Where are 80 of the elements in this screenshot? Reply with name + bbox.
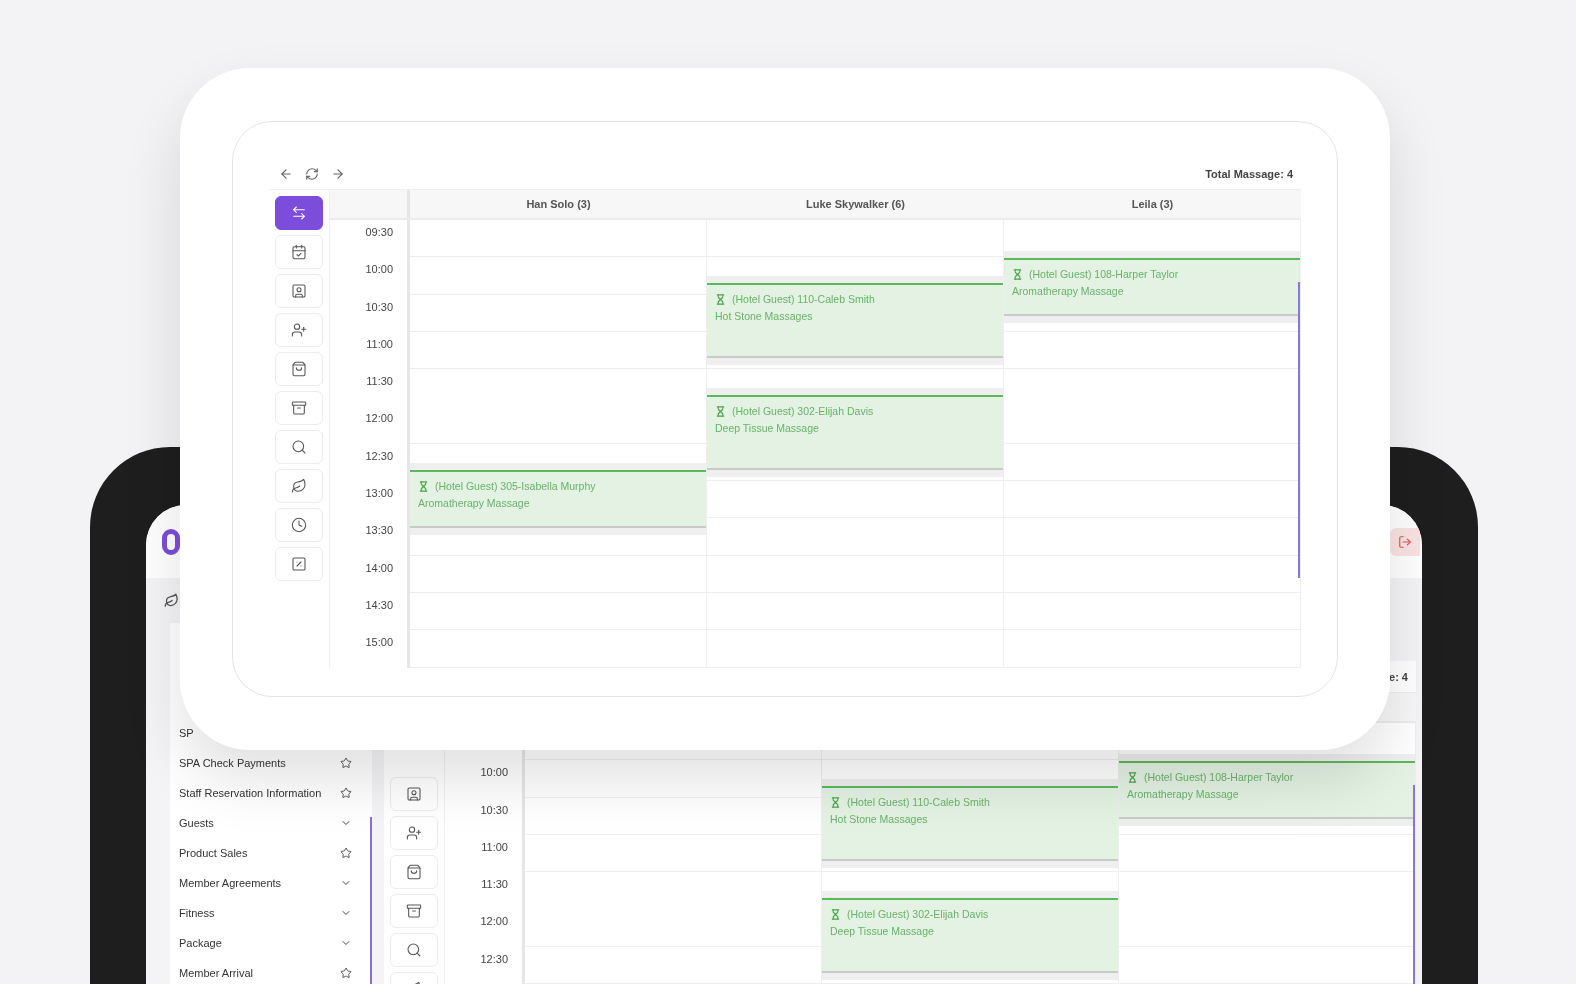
time-label: 10:30 <box>365 300 393 313</box>
appointment-guest: (Hotel Guest) 110-Caleb Smith <box>847 796 990 810</box>
appointment-guest: (Hotel Guest) 108-Harper Taylor <box>1029 268 1179 282</box>
back-button[interactable] <box>279 166 293 181</box>
swap-arrows-icon <box>291 205 307 221</box>
logout-button[interactable] <box>1390 527 1420 556</box>
sidebar-item[interactable]: Fitness <box>179 907 215 919</box>
star-icon[interactable] <box>340 757 352 769</box>
refresh-button[interactable] <box>305 166 319 181</box>
time-label: 10:00 <box>480 766 508 779</box>
time-label: 12:30 <box>480 952 508 965</box>
staff-column-header: Leila (3) <box>1131 198 1174 210</box>
hourglass-icon <box>418 480 429 492</box>
star-icon[interactable] <box>340 787 352 799</box>
time-label: 15:00 <box>365 636 393 649</box>
clock-icon <box>291 517 307 533</box>
hourglass-icon <box>830 797 841 809</box>
total-massage-count: e: 4 <box>1389 670 1408 683</box>
nav-button[interactable] <box>275 196 323 230</box>
appointment-service: Aromatherapy Massage <box>1127 788 1239 801</box>
add-user-icon <box>406 825 422 841</box>
shopping-bag-icon <box>291 361 307 377</box>
search-icon <box>406 942 422 958</box>
staff-column-header: Luke Skywalker (6) <box>805 198 906 210</box>
time-label: 12:30 <box>365 449 393 462</box>
time-label: 11:30 <box>366 375 393 388</box>
appointment-guest: (Hotel Guest) 110-Caleb Smith <box>732 293 875 307</box>
percent-icon <box>291 556 307 572</box>
sidebar-item[interactable]: Package <box>179 937 222 949</box>
appointment-guest: (Hotel Guest) 108-Harper Taylor <box>1144 771 1294 785</box>
sidebar-item[interactable]: SP <box>179 727 194 739</box>
sidebar-item[interactable]: Guests <box>179 817 214 829</box>
time-label: 10:30 <box>480 803 508 816</box>
appointment-guest: (Hotel Guest) 305-Isabella Murphy <box>435 479 596 493</box>
time-label: 11:00 <box>481 840 508 853</box>
time-label: 11:00 <box>366 337 393 350</box>
sidebar-item[interactable]: Staff Reservation Information <box>179 787 322 799</box>
archive-icon <box>291 400 307 416</box>
hourglass-icon <box>1127 772 1138 784</box>
refresh-icon <box>305 166 319 181</box>
time-label: 13:00 <box>365 487 393 500</box>
hourglass-icon <box>715 406 726 418</box>
time-label: 12:00 <box>365 412 393 425</box>
logout-icon <box>1398 534 1412 549</box>
calendar-check-icon <box>291 244 307 260</box>
leaf-icon <box>291 478 307 494</box>
hourglass-icon <box>830 909 841 921</box>
staff-column-header: Han Solo (3) <box>526 198 591 210</box>
hourglass-icon <box>715 294 726 306</box>
sidebar-item[interactable]: Member Agreements <box>179 877 282 889</box>
time-label: 09:30 <box>365 226 393 238</box>
appointment-service: Aromatherapy Massage <box>1012 285 1124 298</box>
shopping-bag-icon <box>406 864 422 880</box>
star-icon[interactable] <box>340 847 352 859</box>
time-label: 11:30 <box>481 878 508 891</box>
appointment-service: Hot Stone Massages <box>715 310 813 323</box>
contact-card-icon <box>406 786 422 802</box>
leaf-icon <box>164 593 179 608</box>
time-label: 12:00 <box>480 915 508 928</box>
time-label: 10:00 <box>365 263 393 276</box>
sidebar-item[interactable]: Member Arrival <box>179 967 253 979</box>
appointment-guest: (Hotel Guest) 302-Elijah Davis <box>732 405 874 419</box>
appointment-service: Hot Stone Massages <box>830 813 928 826</box>
appointment-guest: (Hotel Guest) 302-Elijah Davis <box>847 908 989 922</box>
forward-button[interactable] <box>331 166 345 181</box>
appointment-service: Deep Tissue Massage <box>830 925 934 938</box>
sidebar-item[interactable]: Product Sales <box>179 847 248 859</box>
archive-icon <box>406 903 422 919</box>
star-icon[interactable] <box>340 967 352 979</box>
sidebar-item[interactable]: SPA Check Payments <box>179 757 286 769</box>
contact-card-icon <box>291 283 307 299</box>
time-label: 13:30 <box>365 524 393 537</box>
hourglass-icon <box>1012 269 1023 281</box>
appointment-service: Deep Tissue Massage <box>715 422 819 435</box>
time-label: 14:00 <box>365 561 393 574</box>
time-label: 14:30 <box>365 598 393 611</box>
total-massage-count: Total Massage: 4 <box>1205 167 1293 180</box>
appointment-service: Aromatherapy Massage <box>418 496 530 509</box>
add-user-icon <box>291 322 307 338</box>
search-icon <box>291 439 307 455</box>
